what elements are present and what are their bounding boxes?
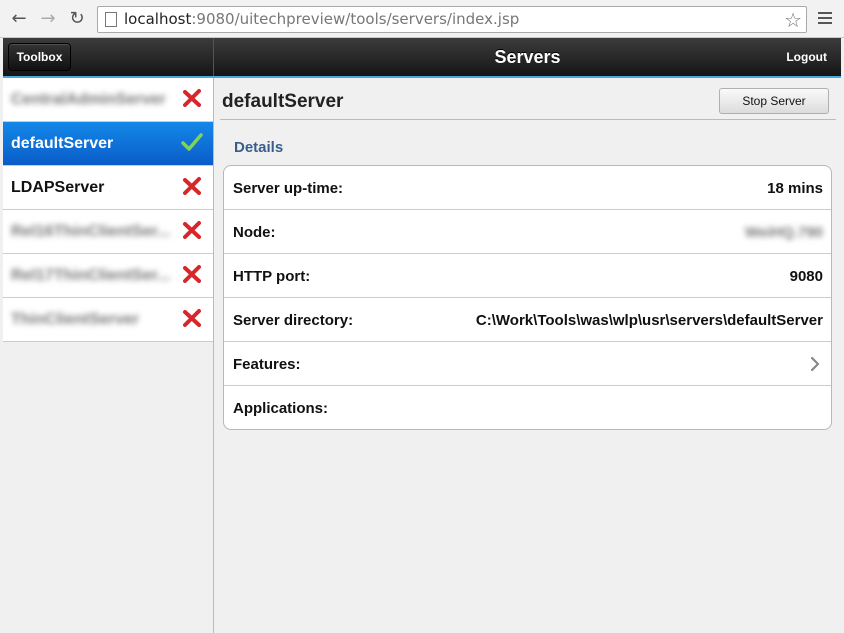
server-item-thinclientserver[interactable]: ThinClientServer [3, 298, 213, 342]
detail-key: Node: [233, 224, 276, 241]
stopped-x-icon [183, 309, 201, 327]
page-icon [105, 12, 117, 27]
server-name: Rel17ThinClientSer... [11, 267, 171, 284]
server-item-ldapserver[interactable]: LDAPServer [3, 166, 213, 210]
detail-value: 18 mins [767, 180, 823, 197]
page-title: Servers [494, 47, 561, 67]
server-item-rel16thinclientserver[interactable]: Rel16ThinClientSer... [3, 210, 213, 254]
detail-row-http-port: HTTP port: 9080 [224, 254, 831, 298]
url-host: localhost [124, 10, 192, 28]
server-list: CentralAdminServer defaultServer LDAPSer… [3, 78, 214, 633]
back-arrow-icon[interactable]: ← [9, 9, 29, 29]
server-detail-panel: defaultServer Stop Server Details Server… [214, 78, 841, 633]
toolbox-button[interactable]: Toolbox [8, 43, 71, 71]
reload-icon[interactable]: ↻ [67, 9, 87, 29]
server-name: Rel16ThinClientSer... [11, 223, 171, 240]
running-check-icon [181, 133, 203, 151]
server-item-defaultserver[interactable]: defaultServer [3, 122, 213, 166]
url-path: :9080/uitechpreview/tools/servers/index.… [191, 10, 520, 28]
logout-button[interactable]: Logout [786, 50, 827, 64]
detail-value: 9080 [789, 268, 823, 285]
server-name: CentralAdminServer [11, 91, 166, 108]
browser-menu-icon[interactable] [818, 12, 832, 25]
app-header: Toolbox Servers Logout [3, 38, 841, 78]
detail-row-uptime: Server up-time: 18 mins [224, 166, 831, 210]
stopped-x-icon [183, 177, 201, 195]
detail-value: C:\Work\Tools\was\wlp\usr\servers\defaul… [475, 312, 823, 329]
chevron-right-icon [810, 356, 820, 372]
server-item-centraladminserver[interactable]: CentralAdminServer [3, 78, 213, 122]
detail-row-node: Node: WeiHQ.790 [224, 210, 831, 254]
details-list: Server up-time: 18 mins Node: WeiHQ.790 … [223, 165, 832, 430]
stopped-x-icon [183, 89, 201, 107]
forward-arrow-icon[interactable]: → [38, 9, 58, 29]
server-name: LDAPServer [11, 179, 105, 196]
detail-value: WeiHQ.790 [744, 224, 823, 241]
bookmark-star-icon[interactable]: ☆ [784, 8, 802, 32]
detail-row-applications[interactable]: Applications: [224, 386, 831, 429]
detail-key: Server up-time: [233, 180, 344, 197]
stop-server-button[interactable]: Stop Server [719, 88, 829, 114]
server-item-rel17thinclientserver[interactable]: Rel17ThinClientSer... [3, 254, 213, 298]
browser-toolbar: ← → ↻ localhost:9080/uitechpreview/tools… [0, 0, 844, 38]
server-name: ThinClientServer [11, 311, 140, 328]
stopped-x-icon [183, 221, 201, 239]
detail-key: HTTP port: [233, 268, 311, 285]
server-title: defaultServer [222, 91, 344, 112]
title-divider [220, 119, 836, 120]
url-text[interactable]: localhost:9080/uitechpreview/tools/serve… [124, 10, 519, 28]
detail-row-server-directory: Server directory: C:\Work\Tools\was\wlp\… [224, 298, 831, 342]
detail-key: Applications: [233, 400, 329, 417]
details-heading: Details [234, 139, 284, 156]
server-name: defaultServer [11, 135, 114, 152]
stopped-x-icon [183, 265, 201, 283]
address-bar[interactable]: localhost:9080/uitechpreview/tools/serve… [97, 6, 807, 33]
detail-key: Server directory: [233, 312, 354, 329]
detail-row-features[interactable]: Features: [224, 342, 831, 386]
detail-key: Features: [233, 356, 301, 373]
